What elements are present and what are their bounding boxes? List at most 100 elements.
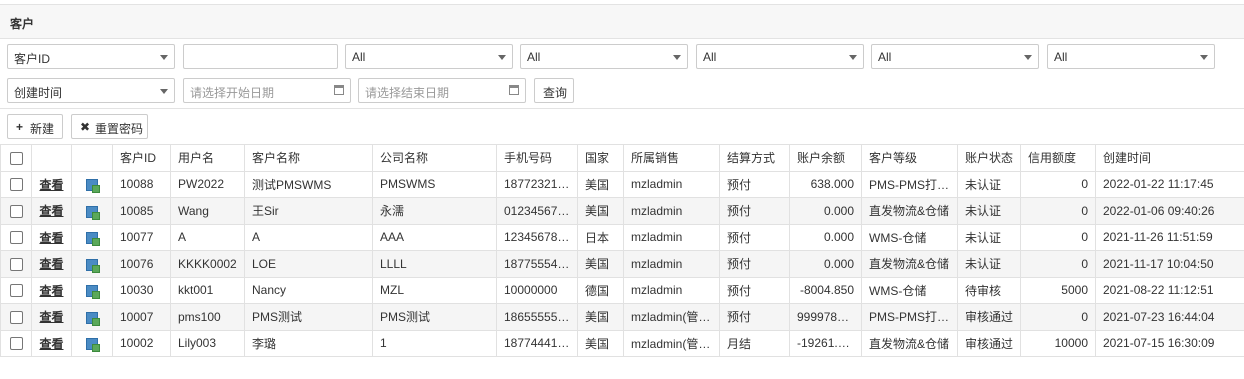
filter-select-1-value: All	[352, 50, 366, 64]
edit-icon[interactable]	[86, 232, 100, 247]
table-header-cell[interactable]: 客户名称	[244, 144, 373, 172]
customer-id-cell: 10088	[112, 170, 171, 198]
customer-name-cell: A	[244, 223, 373, 251]
reset-password-button[interactable]: ✖ 重置密码	[71, 114, 148, 139]
row-checkbox[interactable]	[9, 337, 23, 351]
table-header-cell[interactable]: 账户状态	[957, 144, 1021, 172]
customer-id-cell: 10077	[112, 223, 171, 251]
table-header-cell[interactable]: 客户等级	[861, 144, 958, 172]
view-link[interactable]: 查看	[39, 204, 63, 218]
filter-select-3-value: All	[703, 50, 717, 64]
view-link[interactable]: 查看	[39, 337, 63, 351]
credit-limit-cell: 5000	[1020, 276, 1096, 304]
calendar-icon	[509, 85, 519, 95]
customer-level-cell: 直发物流&仓储	[861, 250, 958, 278]
view-link[interactable]: 查看	[39, 231, 63, 245]
row-select-cell[interactable]	[0, 250, 32, 278]
row-select-cell[interactable]	[0, 223, 32, 251]
view-link[interactable]: 查看	[39, 310, 63, 324]
query-button[interactable]: 查询	[534, 78, 574, 103]
edit-icon[interactable]	[86, 205, 100, 220]
filter-select-2[interactable]: All	[520, 44, 688, 69]
table-header-cell[interactable]: 手机号码	[496, 144, 578, 172]
field-select[interactable]: 客户ID	[7, 44, 175, 69]
customer-id-cell: 10002	[112, 329, 171, 357]
edit-icon[interactable]	[86, 285, 100, 300]
table-header-cell[interactable]: 国家	[577, 144, 624, 172]
view-link[interactable]: 查看	[39, 178, 63, 192]
customer-name-cell: PMS测试	[244, 303, 373, 331]
filter-select-1[interactable]: All	[345, 44, 513, 69]
phone-cell: 10000000	[496, 276, 578, 304]
table-row[interactable]: 查看 10077 A A AAA 12345678… 日本 mzladmin 预付 0.000 WM…	[0, 223, 1244, 251]
view-link[interactable]: 查看	[39, 257, 63, 271]
table-header-cell[interactable]: 用户名	[170, 144, 245, 172]
table-header-cell[interactable]: 账户余额	[789, 144, 862, 172]
select-all-checkbox[interactable]	[9, 151, 23, 165]
table-header-cell[interactable]: 信用额度	[1020, 144, 1096, 172]
table-row[interactable]: 查看 10030 kkt001 Nancy MZL 10000000 德国 mzladmin 预…	[0, 276, 1244, 304]
edit-cell	[71, 329, 113, 357]
edit-icon[interactable]	[86, 258, 100, 273]
row-select-cell[interactable]	[0, 276, 32, 304]
row-select-cell[interactable]	[0, 303, 32, 331]
table-row[interactable]: 查看 10088 PW2022 测试PMSWMS PMSWMS 18772321… 美国 mz…	[0, 170, 1244, 198]
table-row[interactable]: 查看 10076 KKKK0002 LOE LLLL 18775554… 美国 mzladmi…	[0, 250, 1244, 278]
chevron-down-icon	[673, 55, 681, 60]
field-select-value: 客户ID	[14, 52, 51, 66]
table-row[interactable]: 查看 10002 Lily003 李璐 1 18774441… 美国 mzladmin(管… 月…	[0, 329, 1244, 357]
filter-select-4[interactable]: All	[871, 44, 1039, 69]
view-cell: 查看	[31, 276, 72, 304]
table-header-cell[interactable]: 所属销售	[623, 144, 720, 172]
filter-select-3[interactable]: All	[696, 44, 864, 69]
edit-icon[interactable]	[86, 311, 100, 326]
row-select-cell[interactable]	[0, 170, 32, 198]
phone-cell: 18774441…	[496, 329, 578, 357]
table-header-cell[interactable]: 公司名称	[372, 144, 497, 172]
edit-icon[interactable]	[86, 338, 100, 353]
username-cell: PW2022	[170, 170, 245, 198]
country-cell: 美国	[577, 329, 624, 357]
row-checkbox[interactable]	[9, 231, 23, 245]
select-all-header[interactable]	[0, 144, 32, 172]
account-status-cell: 未认证	[957, 223, 1021, 251]
filter-select-4-value: All	[878, 50, 892, 64]
credit-limit-cell: 10000	[1020, 329, 1096, 357]
table-header-cell[interactable]: 结算方式	[719, 144, 790, 172]
row-checkbox[interactable]	[9, 310, 23, 324]
country-cell: 美国	[577, 170, 624, 198]
filter-select-5[interactable]: All	[1047, 44, 1215, 69]
row-checkbox[interactable]	[9, 178, 23, 192]
customer-id-cell: 10007	[112, 303, 171, 331]
table-header-cell[interactable]: 客户ID	[112, 144, 171, 172]
row-checkbox[interactable]	[9, 204, 23, 218]
end-date-input[interactable]: 请选择结束日期	[358, 78, 526, 103]
row-select-cell[interactable]	[0, 197, 32, 225]
query-button-label: 查询	[543, 86, 568, 100]
credit-limit-cell: 0	[1020, 250, 1096, 278]
settlement-cell: 预付	[719, 223, 790, 251]
row-checkbox[interactable]	[9, 284, 23, 298]
new-button[interactable]: + 新建	[7, 114, 63, 139]
table-row[interactable]: 查看 10085 Wang 王Sir 永濡 0123456789 美国 mzladmin 预付 0…	[0, 197, 1244, 225]
settlement-cell: 预付	[719, 303, 790, 331]
date-field-select[interactable]: 创建时间	[7, 78, 175, 103]
row-checkbox[interactable]	[9, 257, 23, 271]
view-cell: 查看	[31, 170, 72, 198]
edit-cell	[71, 276, 113, 304]
table-row[interactable]: 查看 10007 pms100 PMS测试 PMS测试 1865555555 美国 mzlad…	[0, 303, 1244, 331]
company-name-cell: 1	[372, 329, 497, 357]
view-link[interactable]: 查看	[39, 284, 63, 298]
search-input[interactable]	[183, 44, 338, 69]
view-cell: 查看	[31, 303, 72, 331]
start-date-input[interactable]: 请选择开始日期	[183, 78, 351, 103]
edit-icon[interactable]	[86, 179, 100, 194]
balance-cell: -19261.750	[789, 329, 862, 357]
created-time-cell: 2021-11-26 11:51:59	[1095, 223, 1244, 251]
created-time-cell: 2021-11-17 10:04:50	[1095, 250, 1244, 278]
username-cell: kkt001	[170, 276, 245, 304]
sales-cell: mzladmin	[623, 250, 720, 278]
customer-name-cell: Nancy	[244, 276, 373, 304]
row-select-cell[interactable]	[0, 329, 32, 357]
table-header-cell[interactable]: 创建时间	[1095, 144, 1244, 172]
